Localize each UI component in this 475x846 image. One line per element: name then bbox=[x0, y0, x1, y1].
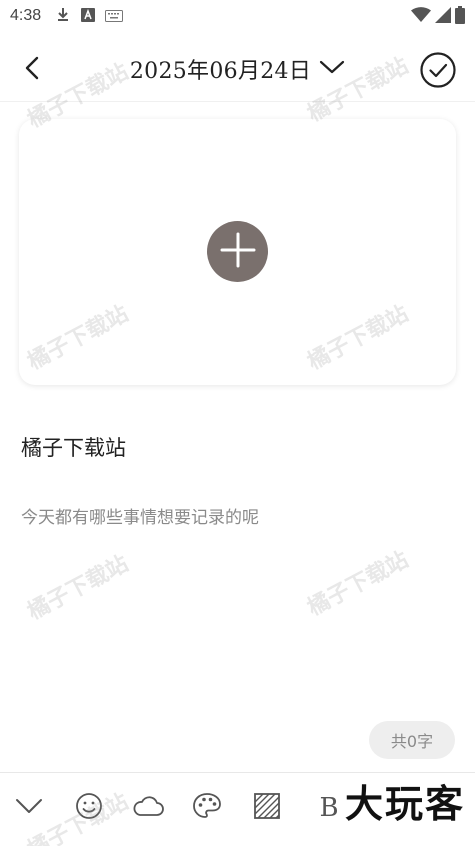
word-count-badge: 共0字 bbox=[369, 721, 455, 759]
status-system-icons bbox=[411, 6, 465, 28]
photo-card bbox=[19, 119, 456, 385]
emoji-icon bbox=[75, 792, 103, 824]
plus-icon bbox=[220, 232, 256, 272]
watermark: 橘子下载站 bbox=[23, 551, 133, 626]
back-button[interactable] bbox=[14, 52, 50, 88]
app-bar: 2025年06月24日 bbox=[0, 36, 475, 102]
emoji-button[interactable] bbox=[72, 791, 106, 825]
weather-button[interactable] bbox=[131, 791, 165, 825]
collapse-toolbar-button[interactable] bbox=[12, 791, 46, 825]
bold-button[interactable]: B bbox=[312, 791, 346, 825]
texture-button[interactable] bbox=[250, 791, 284, 825]
weather-cloud-icon bbox=[131, 794, 165, 822]
date-label: 2025年06月24日 bbox=[129, 58, 312, 84]
title-input[interactable]: 橘子下载站 bbox=[21, 430, 451, 466]
check-circle-icon bbox=[419, 52, 457, 93]
keyboard-icon bbox=[105, 7, 124, 26]
signal-icon bbox=[435, 7, 451, 27]
corner-logo: 大玩客 bbox=[344, 782, 465, 826]
status-time: 4:38 bbox=[10, 7, 42, 24]
wifi-icon bbox=[411, 7, 431, 27]
confirm-button[interactable] bbox=[419, 51, 457, 89]
battery-icon bbox=[455, 6, 465, 28]
body-input[interactable]: 今天都有哪些事情想要记录的呢 bbox=[21, 502, 451, 534]
status-notification-icons bbox=[55, 6, 124, 26]
collapse-chevron-icon bbox=[15, 797, 43, 819]
status-bar: 4:38 bbox=[0, 0, 475, 32]
palette-icon bbox=[192, 792, 222, 824]
texture-icon bbox=[254, 793, 280, 823]
text-a-icon bbox=[81, 7, 96, 26]
watermark: 橘子下载站 bbox=[303, 547, 413, 622]
date-selector[interactable]: 2025年06月24日 bbox=[130, 53, 345, 85]
palette-button[interactable] bbox=[190, 791, 224, 825]
chevron-left-icon bbox=[23, 55, 41, 85]
download-icon bbox=[55, 6, 71, 26]
chevron-down-icon bbox=[319, 59, 345, 79]
add-photo-button[interactable] bbox=[207, 221, 268, 282]
